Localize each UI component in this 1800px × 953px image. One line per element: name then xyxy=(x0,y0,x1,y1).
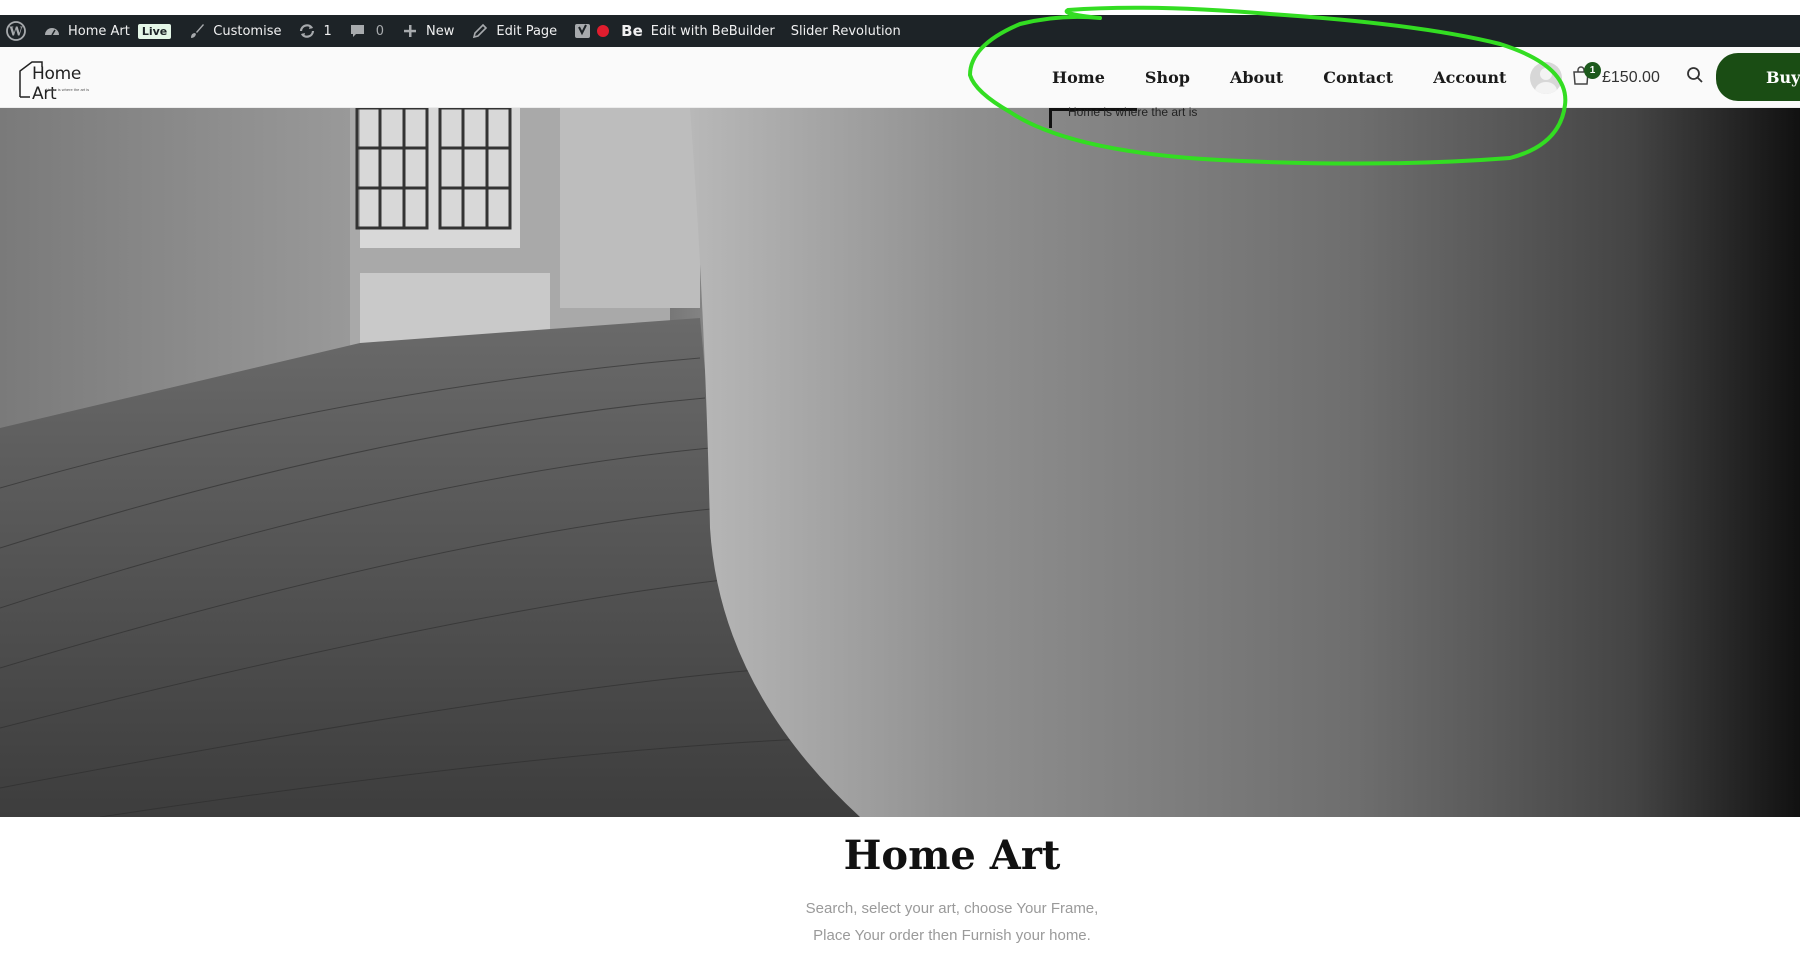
updates-count: 1 xyxy=(323,23,332,39)
logo-tagline: Home is where the art is xyxy=(46,87,90,92)
svg-text:W: W xyxy=(8,25,23,39)
slider-revolution-link[interactable]: Slider Revolution xyxy=(783,15,909,47)
page-title: Home Art xyxy=(843,832,1061,879)
comments-count: 0 xyxy=(375,23,385,39)
top-strip xyxy=(0,0,1800,15)
user-avatar[interactable] xyxy=(1530,61,1562,94)
site-name-label: Home Art xyxy=(68,23,130,39)
live-badge: Live xyxy=(137,23,172,39)
nav-item-shop[interactable]: Shop xyxy=(1145,68,1190,87)
admin-bar: W Home Art Live Customise 1 0 New Edit P… xyxy=(0,15,1800,47)
page-subtitle-line1: Search, select your art, choose Your Fra… xyxy=(805,900,1099,917)
hero-image xyxy=(0,108,1800,817)
updates-icon xyxy=(297,21,317,41)
search-button[interactable] xyxy=(1684,67,1706,89)
new-content-link[interactable]: New xyxy=(392,15,462,47)
buy-button[interactable]: Buy xyxy=(1716,53,1800,101)
site-header: Home Art Home is where the art is Home S… xyxy=(0,47,1800,108)
submenu-border xyxy=(1049,108,1052,128)
slider-revolution-label: Slider Revolution xyxy=(790,23,901,39)
bebuilder-link[interactable]: Be Edit with BeBuilder xyxy=(613,15,783,47)
bebuilder-logo: Be xyxy=(621,22,643,40)
cart-button[interactable]: 1 xyxy=(1570,61,1601,94)
pencil-icon xyxy=(470,21,490,41)
paintbrush-icon xyxy=(187,21,207,41)
cart-total[interactable]: £150.00 xyxy=(1602,69,1660,87)
logo-text: Home Art xyxy=(32,64,82,104)
seo-status-dot xyxy=(597,25,610,37)
edit-page-label: Edit Page xyxy=(496,23,558,39)
page-subtitle-line2: Place Your order then Furnish your home. xyxy=(813,927,1091,944)
cart-count-badge: 1 xyxy=(1584,61,1601,79)
wordpress-logo-button[interactable]: W xyxy=(0,15,34,47)
site-name-link[interactable]: Home Art Live xyxy=(34,15,179,47)
search-icon xyxy=(1686,66,1704,89)
new-label: New xyxy=(426,23,455,39)
site-logo[interactable]: Home Art Home is where the art is xyxy=(18,59,108,104)
customise-label: Customise xyxy=(213,23,282,39)
submenu-text: Home is where the art is xyxy=(1068,105,1198,119)
edit-page-link[interactable]: Edit Page xyxy=(462,15,565,47)
comments-link[interactable]: 0 xyxy=(340,15,392,47)
nav-item-account[interactable]: Account xyxy=(1433,68,1506,87)
dashboard-icon xyxy=(42,21,62,41)
bebuilder-label: Edit with BeBuilder xyxy=(650,23,775,39)
comment-icon xyxy=(348,21,368,41)
wordpress-icon: W xyxy=(6,21,26,41)
customise-link[interactable]: Customise xyxy=(179,15,289,47)
main-navigation: Home Shop About Contact Account xyxy=(1052,47,1506,108)
plus-icon xyxy=(400,21,420,41)
updates-link[interactable]: 1 xyxy=(289,15,339,47)
nav-item-contact[interactable]: Contact xyxy=(1323,68,1393,87)
header-tools: 1 £150.00 xyxy=(1530,47,1722,108)
nav-item-home[interactable]: Home xyxy=(1052,68,1105,87)
yoast-icon xyxy=(573,21,593,41)
hero-photo-illustration xyxy=(0,108,1800,817)
yoast-seo-menu[interactable] xyxy=(565,15,613,47)
nav-item-about[interactable]: About xyxy=(1230,68,1283,87)
